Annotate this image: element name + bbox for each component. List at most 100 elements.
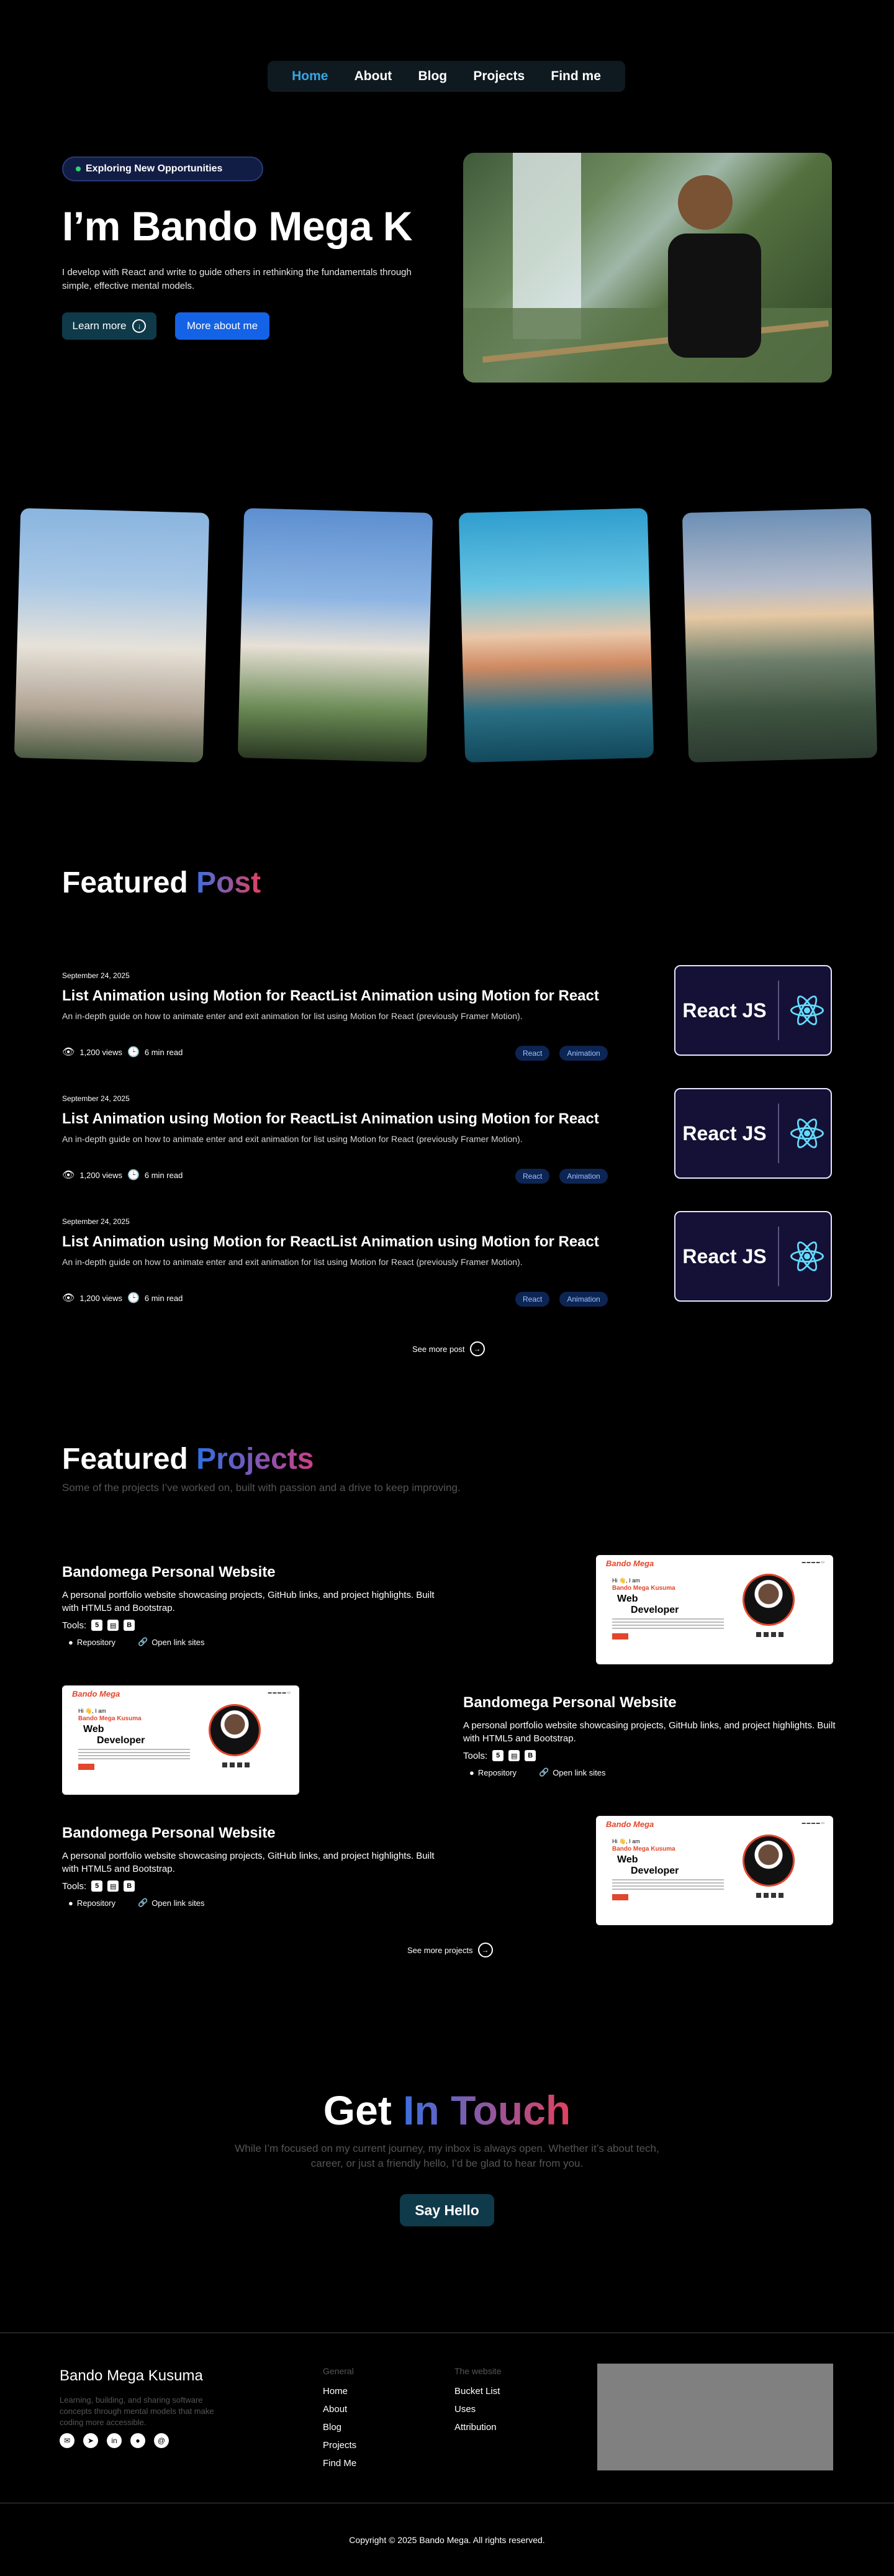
clock-icon: 🕒 — [127, 1170, 140, 1181]
contact-description: While I’m focused on my current journey,… — [235, 2143, 659, 2169]
css-icon: ▤ — [107, 1620, 119, 1631]
footer-link-find-me[interactable]: Find Me — [323, 2458, 356, 2469]
github-icon[interactable]: ● — [130, 2433, 145, 2448]
preview-text-lines — [612, 1879, 724, 1890]
footer-link-projects[interactable]: Projects — [323, 2440, 356, 2451]
post-thumbnail[interactable]: React JS — [674, 1088, 832, 1179]
project-name[interactable]: Bandomega Personal Website — [463, 1694, 848, 1712]
project-links: ● Repository 🔗 Open link sites — [62, 1637, 447, 1647]
bootstrap-icon: B — [124, 1880, 135, 1892]
learn-more-button[interactable]: Learn more ↓ — [62, 312, 156, 340]
mail-icon[interactable]: ✉ — [60, 2433, 74, 2448]
footer-link-bucket-list[interactable]: Bucket List — [454, 2386, 501, 2397]
footer-link-uses[interactable]: Uses — [454, 2404, 501, 2415]
post-read-time: 6 min read — [144, 1047, 183, 1057]
post-thumbnail[interactable]: React JS — [674, 965, 832, 1056]
post-tags: React Animation — [515, 1292, 608, 1307]
hero-title: I’m Bando Mega K — [62, 203, 413, 249]
nav-about[interactable]: About — [354, 69, 392, 84]
gallery-image-1 — [14, 508, 210, 763]
link-icon: 🔗 — [138, 1898, 148, 1907]
post-thumbnail[interactable]: React JS — [674, 1211, 832, 1302]
nav-home[interactable]: Home — [292, 69, 328, 84]
post-card[interactable]: September 24, 2025 List Animation using … — [62, 965, 832, 1064]
post-card[interactable]: September 24, 2025 List Animation using … — [62, 1211, 832, 1310]
say-hello-button[interactable]: Say Hello — [400, 2194, 494, 2226]
project-name[interactable]: Bandomega Personal Website — [62, 1825, 447, 1842]
badge-label: Exploring New Opportunities — [86, 163, 223, 174]
thumbnail-divider — [777, 1104, 779, 1163]
nav-blog[interactable]: Blog — [418, 69, 447, 84]
project-preview[interactable]: Bando Mega ▬ ▬ ▬ ▬ ▭ Hi 👋, I am Bando Me… — [596, 1555, 833, 1664]
post-title[interactable]: List Animation using Motion for ReactLis… — [62, 987, 599, 1005]
repository-link[interactable]: ● Repository — [469, 1767, 517, 1777]
post-read-time: 6 min read — [144, 1293, 183, 1303]
project-item: Bandomega Personal Website A personal po… — [463, 1694, 848, 1777]
linkedin-icon[interactable]: in — [107, 2433, 122, 2448]
footer-brand: Bando Mega Kusuma — [60, 2367, 203, 2384]
project-preview[interactable]: Bando Mega ▬ ▬ ▬ ▬ ▭ Hi 👋, I am Bando Me… — [62, 1685, 299, 1795]
more-about-label: More about me — [186, 320, 258, 332]
tag-animation[interactable]: Animation — [559, 1292, 608, 1307]
post-title[interactable]: List Animation using Motion for ReactLis… — [62, 1110, 599, 1128]
post-title[interactable]: List Animation using Motion for ReactLis… — [62, 1233, 599, 1251]
threads-icon[interactable]: @ — [154, 2433, 169, 2448]
react-icon — [790, 1115, 824, 1151]
tag-react[interactable]: React — [515, 1292, 550, 1307]
eye-icon: 👁 — [62, 1047, 75, 1058]
preview-name: Bando Mega Kusuma — [78, 1715, 142, 1722]
preview-social-icons — [756, 1893, 783, 1898]
project-description: A personal portfolio website showcasing … — [62, 1851, 435, 1874]
learn-more-label: Learn more — [72, 320, 127, 332]
gallery-image-2 — [237, 508, 433, 763]
repository-link[interactable]: ● Repository — [68, 1637, 115, 1647]
preview-social-icons — [756, 1632, 783, 1637]
preview-nav: ▬ ▬ ▬ ▬ ▭ — [268, 1691, 291, 1695]
open-site-link[interactable]: 🔗 Open link sites — [138, 1637, 204, 1647]
open-site-link[interactable]: 🔗 Open link sites — [539, 1767, 605, 1777]
react-icon — [790, 992, 824, 1028]
tag-animation[interactable]: Animation — [559, 1046, 608, 1061]
status-dot-icon — [76, 166, 81, 171]
github-icon: ● — [68, 1898, 73, 1908]
post-description: An in-depth guide on how to animate ente… — [62, 1011, 523, 1021]
nav-projects[interactable]: Projects — [473, 69, 525, 84]
footer-link-home[interactable]: Home — [323, 2386, 356, 2397]
see-more-post-link[interactable]: See more post → — [412, 1341, 485, 1356]
telegram-icon[interactable]: ➤ — [83, 2433, 98, 2448]
repository-label: Repository — [76, 1637, 115, 1647]
preview-line2: Developer — [631, 1605, 679, 1615]
project-tools: Tools: 5 ▤ B — [463, 1750, 848, 1761]
featured-projects-title: Featured Projects — [62, 1442, 314, 1476]
preview-text-lines — [612, 1618, 724, 1630]
tools-label: Tools: — [62, 1880, 87, 1892]
footer-link-about[interactable]: About — [323, 2404, 356, 2415]
more-about-me-button[interactable]: More about me — [175, 312, 269, 340]
open-site-link[interactable]: 🔗 Open link sites — [138, 1898, 204, 1908]
contact-title-plain: Get — [323, 2087, 392, 2133]
featured-projects-subtitle: Some of the projects I’ve worked on, bui… — [62, 1482, 461, 1494]
preview-line1: Web — [617, 1594, 638, 1604]
repository-link[interactable]: ● Repository — [68, 1898, 115, 1908]
see-more-projects-link[interactable]: See more projects → — [407, 1943, 493, 1957]
footer-tagline: Learning, building, and sharing software… — [60, 2395, 214, 2427]
preview-social-icons — [222, 1762, 250, 1767]
post-date: September 24, 2025 — [62, 1094, 130, 1103]
clock-icon: 🕒 — [127, 1293, 140, 1304]
html5-icon: 5 — [492, 1750, 504, 1761]
featured-projects-title-plain: Featured — [62, 1443, 188, 1476]
project-preview[interactable]: Bando Mega ▬ ▬ ▬ ▬ ▭ Hi 👋, I am Bando Me… — [596, 1816, 833, 1925]
eye-icon: 👁 — [62, 1293, 75, 1304]
preview-nav: ▬ ▬ ▬ ▬ ▭ — [801, 1821, 824, 1825]
footer-link-attribution[interactable]: Attribution — [454, 2422, 501, 2433]
tag-animation[interactable]: Animation — [559, 1169, 608, 1184]
post-card[interactable]: September 24, 2025 List Animation using … — [62, 1088, 832, 1187]
project-name[interactable]: Bandomega Personal Website — [62, 1564, 447, 1581]
repository-label: Repository — [477, 1767, 517, 1777]
arrow-right-icon: → — [469, 1341, 485, 1356]
nav-find-me[interactable]: Find me — [551, 69, 601, 84]
preview-cta — [612, 1633, 628, 1639]
tag-react[interactable]: React — [515, 1169, 550, 1184]
tag-react[interactable]: React — [515, 1046, 550, 1061]
footer-link-blog[interactable]: Blog — [323, 2422, 356, 2433]
